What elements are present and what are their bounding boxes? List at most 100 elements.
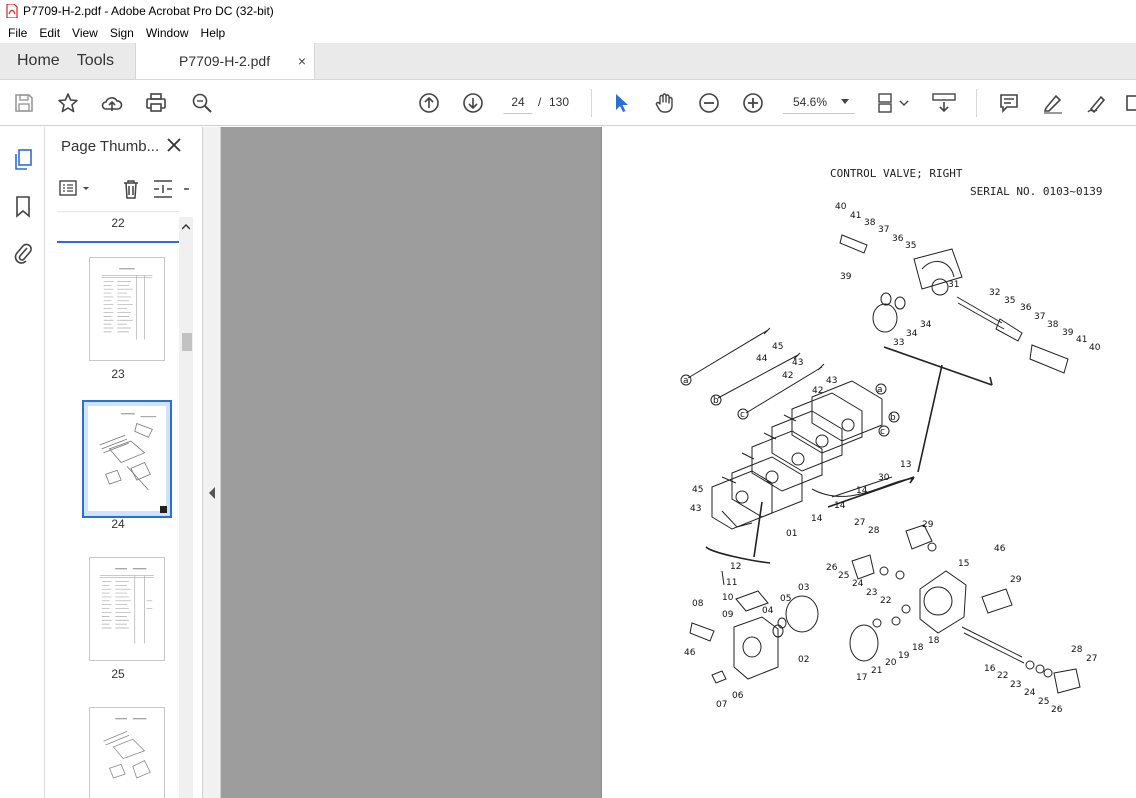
zoom-level-value: 54.6%: [793, 94, 828, 109]
share-upload-icon[interactable]: [99, 90, 125, 116]
svg-text:34: 34: [920, 320, 932, 330]
svg-text:10: 10: [722, 593, 734, 603]
chevron-down-icon: [841, 98, 849, 104]
zoom-in-icon[interactable]: [740, 90, 766, 116]
bookmark-star-icon[interactable]: [55, 90, 81, 116]
svg-text:44: 44: [756, 354, 768, 364]
close-panel-icon[interactable]: [165, 136, 183, 154]
svg-text:40: 40: [1089, 343, 1101, 353]
thumbnail-22-underline: [57, 241, 179, 243]
svg-text:43: 43: [690, 504, 701, 514]
menu-view[interactable]: View: [66, 24, 104, 42]
menu-file[interactable]: File: [2, 24, 33, 42]
svg-text:24: 24: [1024, 688, 1036, 698]
svg-text:42: 42: [812, 386, 823, 396]
svg-text:35: 35: [1004, 296, 1015, 306]
thumbnail-list: 22 23 24 25: [57, 211, 179, 798]
zoom-level-dropdown[interactable]: 54.6%: [783, 90, 855, 114]
thumbnail-options-icon[interactable]: [59, 179, 93, 199]
bookmarks-icon[interactable]: [10, 194, 36, 220]
svg-text:08: 08: [692, 599, 704, 609]
panel-splitter[interactable]: [203, 127, 221, 798]
svg-text:12: 12: [730, 562, 741, 572]
thumbnail-label-25: 25: [111, 667, 125, 681]
zoom-out-icon[interactable]: [696, 90, 722, 116]
tab-bar: Home Tools P7709-H-2.pdf ×: [0, 43, 1136, 80]
svg-text:25: 25: [838, 571, 849, 581]
thumbnail-23-preview: [94, 262, 160, 356]
collapse-panel-arrow-icon[interactable]: [208, 487, 216, 499]
svg-text:43: 43: [792, 358, 803, 368]
svg-text:06: 06: [732, 691, 744, 701]
document-viewport[interactable]: CONTROL VALVE; RIGHT SERIAL NO. 0103~013…: [221, 127, 1136, 798]
page-separator: /: [538, 95, 542, 109]
close-tab-icon[interactable]: ×: [298, 53, 306, 69]
scroll-up-arrow-icon[interactable]: [182, 224, 190, 230]
menu-edit[interactable]: Edit: [33, 24, 66, 42]
svg-text:14: 14: [811, 514, 823, 524]
page-number-input[interactable]: [503, 90, 533, 114]
svg-text:36: 36: [1020, 303, 1032, 313]
thumbnail-page-24-selected[interactable]: [83, 401, 171, 517]
thumbnail-label-23: 23: [111, 367, 125, 381]
svg-text:27: 27: [1086, 654, 1097, 664]
print-icon[interactable]: [143, 90, 169, 116]
svg-text:29: 29: [1010, 575, 1022, 585]
page-thumbnails-icon[interactable]: [10, 147, 36, 173]
tab-home[interactable]: Home: [0, 43, 77, 79]
svg-text:20: 20: [885, 658, 897, 668]
svg-text:15: 15: [958, 559, 969, 569]
tab-document[interactable]: P7709-H-2.pdf ×: [135, 43, 316, 79]
hand-pan-icon[interactable]: [652, 90, 678, 116]
svg-text:21: 21: [871, 666, 882, 676]
svg-text:35: 35: [905, 241, 916, 251]
more-panel-options-icon[interactable]: [181, 177, 190, 201]
svg-text:02: 02: [798, 655, 809, 665]
svg-text:46: 46: [684, 648, 696, 658]
svg-text:26: 26: [826, 563, 838, 573]
thumbnail-page-26[interactable]: [89, 707, 165, 798]
thumbnail-25-preview: [94, 562, 160, 656]
sign-pen-icon[interactable]: [1084, 90, 1110, 116]
highlight-pen-icon[interactable]: [1040, 90, 1066, 116]
svg-text:19: 19: [898, 651, 910, 661]
previous-page-icon[interactable]: [416, 90, 442, 116]
save-icon[interactable]: [11, 90, 37, 116]
svg-text:28: 28: [1071, 645, 1083, 655]
svg-text:33: 33: [893, 338, 904, 348]
menu-sign[interactable]: Sign: [104, 24, 140, 42]
next-page-icon[interactable]: [460, 90, 486, 116]
page-fit-icon[interactable]: [876, 90, 912, 116]
svg-text:c: c: [880, 427, 885, 437]
menu-help[interactable]: Help: [195, 24, 232, 42]
thumbnail-scrollbar-thumb[interactable]: [182, 333, 192, 351]
svg-text:16: 16: [984, 664, 996, 674]
svg-text:22: 22: [997, 671, 1008, 681]
menu-bar: File Edit View Sign Window Help: [0, 22, 1136, 43]
thumbnail-26-preview: [94, 712, 160, 798]
select-arrow-icon[interactable]: [608, 90, 634, 116]
attachments-paperclip-icon[interactable]: [10, 239, 36, 265]
svg-text:28: 28: [868, 526, 880, 536]
thumbnail-resize-handle[interactable]: [160, 506, 167, 513]
thumbnail-page-23[interactable]: [89, 257, 165, 361]
svg-text:18: 18: [912, 643, 924, 653]
svg-text:39: 39: [840, 272, 852, 282]
toolbar-divider: [591, 89, 592, 117]
scroll-mode-icon[interactable]: [930, 90, 958, 116]
delete-page-icon[interactable]: [119, 177, 143, 201]
svg-text:38: 38: [1047, 320, 1059, 330]
svg-text:04: 04: [762, 606, 774, 616]
tab-tools[interactable]: Tools: [77, 43, 131, 79]
svg-text:41: 41: [1076, 335, 1087, 345]
thumbnail-scrollbar[interactable]: [179, 217, 193, 798]
more-tools-icon[interactable]: [1124, 90, 1136, 116]
zoom-search-icon[interactable]: [189, 90, 215, 116]
menu-window[interactable]: Window: [140, 24, 195, 42]
svg-text:27: 27: [854, 518, 865, 528]
thumbnail-page-25[interactable]: [89, 557, 165, 661]
svg-text:42: 42: [782, 371, 793, 381]
comment-icon[interactable]: [996, 90, 1022, 116]
svg-text:23: 23: [866, 588, 877, 598]
extract-pages-icon[interactable]: [151, 177, 175, 201]
